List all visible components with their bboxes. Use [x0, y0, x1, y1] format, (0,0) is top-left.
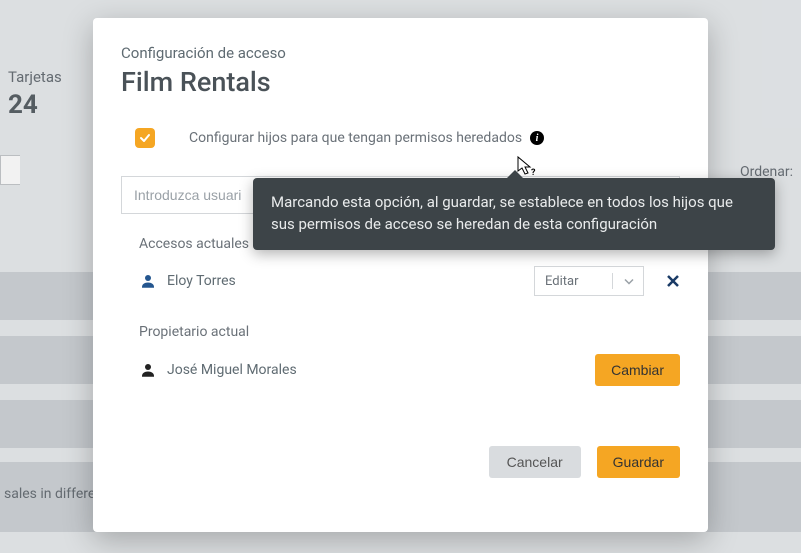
- owner-user: José Miguel Morales: [139, 361, 297, 379]
- info-icon[interactable]: i: [530, 131, 544, 145]
- remove-access-button[interactable]: [666, 274, 680, 288]
- change-owner-button[interactable]: Cambiar: [595, 354, 680, 386]
- inherit-label: Configurar hijos para que tengan permiso…: [189, 130, 522, 146]
- tooltip-arrow: [506, 170, 524, 179]
- owner-user-name: José Miguel Morales: [167, 362, 297, 378]
- modal-title: Film Rentals: [121, 66, 680, 98]
- owner-row: José Miguel Morales Cambiar: [139, 354, 680, 386]
- info-tooltip: Marcando esta opción, al guardar, se est…: [253, 178, 775, 250]
- tooltip-text: Marcando esta opción, al guardar, se est…: [271, 193, 733, 233]
- access-user: Eloy Torres: [139, 272, 236, 290]
- user-icon: [139, 272, 157, 290]
- close-icon: [666, 274, 680, 288]
- save-button[interactable]: Guardar: [597, 446, 680, 478]
- user-icon: [139, 361, 157, 379]
- cancel-button[interactable]: Cancelar: [489, 446, 581, 478]
- role-value: Editar: [545, 274, 579, 289]
- access-row: Eloy Torres Editar: [139, 266, 680, 296]
- access-user-name: Eloy Torres: [167, 273, 236, 289]
- inherit-row: Configurar hijos para que tengan permiso…: [135, 128, 680, 148]
- check-icon: [139, 132, 151, 144]
- modal-subtitle: Configuración de acceso: [121, 44, 680, 62]
- propietario-section-label: Propietario actual: [139, 324, 680, 340]
- chevron-down-icon: [624, 274, 634, 289]
- role-dropdown[interactable]: Editar: [534, 266, 644, 296]
- access-config-modal: Configuración de acceso Film Rentals Con…: [93, 18, 708, 532]
- modal-footer: Cancelar Guardar: [121, 446, 680, 478]
- inherit-checkbox[interactable]: [135, 128, 155, 148]
